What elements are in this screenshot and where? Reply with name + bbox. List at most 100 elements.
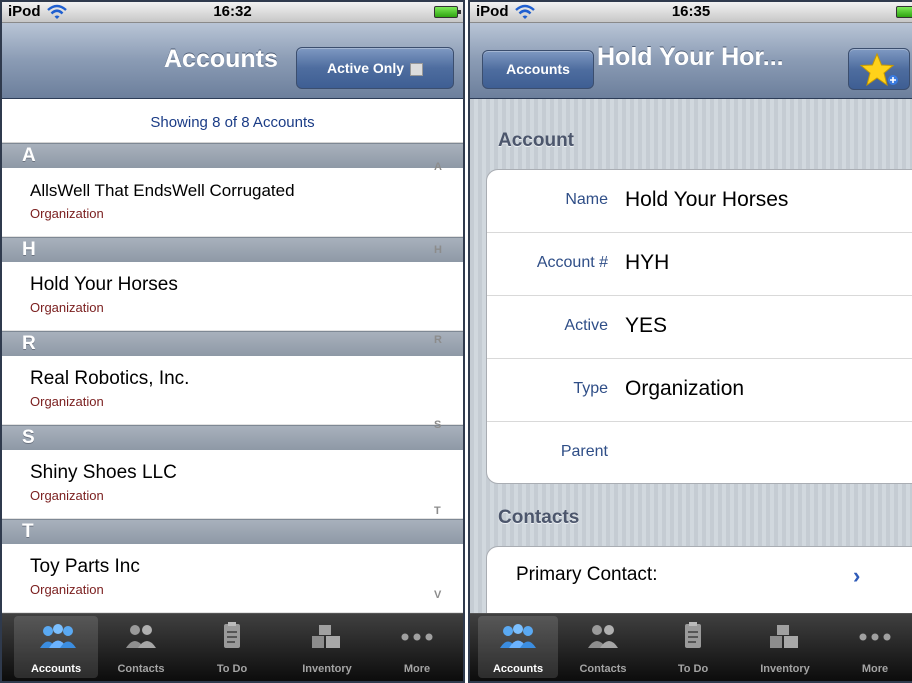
index-letter-h[interactable]: H — [434, 244, 442, 256]
field-value: Organization — [625, 377, 745, 400]
tab-accounts[interactable]: Accounts — [478, 616, 558, 678]
field-value: HYH — [625, 251, 670, 274]
navigation-bar: Accounts Active Only — [2, 23, 463, 99]
battery-icon — [896, 6, 912, 18]
back-button[interactable]: Accounts — [482, 50, 594, 89]
showing-count-label: Showing 8 of 8 Accounts — [2, 99, 463, 143]
field-label: Name — [565, 191, 608, 208]
accounts-list[interactable]: Showing 8 of 8 Accounts A AllsWell That … — [2, 99, 463, 614]
navigation-bar: Accounts Hold Your Hor... — [470, 23, 912, 99]
tab-contacts[interactable]: Contacts — [102, 616, 180, 678]
chevron-right-icon: › — [853, 563, 861, 588]
inventory-icon — [770, 625, 798, 648]
contacts-icon — [126, 625, 156, 648]
account-name: Real Robotics, Inc. — [30, 368, 190, 389]
tab-label: Inventory — [302, 663, 352, 675]
field-label: Active — [564, 317, 608, 334]
tab-more[interactable]: More — [382, 616, 452, 678]
inventory-icon — [312, 625, 340, 648]
page-title: Accounts — [164, 45, 278, 73]
account-fields-group: Name Hold Your Horses Account # HYH Acti… — [486, 169, 912, 484]
status-bar: iPod 16:32 — [2, 2, 463, 23]
checkbox-square-icon — [410, 62, 424, 76]
account-section-heading: Account — [498, 130, 574, 151]
list-item[interactable]: Hold Your Horses Organization — [2, 262, 463, 331]
field-value: YES — [625, 314, 668, 337]
section-header-s: S — [2, 425, 463, 450]
status-bar: iPod 16:35 — [470, 2, 912, 23]
index-letter-v[interactable]: V — [434, 589, 441, 601]
tab-inventory[interactable]: Inventory — [742, 616, 828, 678]
tab-more[interactable]: More — [840, 616, 910, 678]
account-type: Organization — [30, 206, 104, 221]
tab-label: Inventory — [760, 663, 810, 675]
add-favorite-button[interactable] — [848, 48, 910, 90]
contacts-section-heading: Contacts — [498, 507, 580, 528]
tab-label: To Do — [216, 663, 248, 675]
account-name: Hold Your Horses — [30, 274, 178, 295]
account-type: Organization — [30, 300, 104, 315]
index-letter-a[interactable]: A — [434, 161, 442, 173]
field-label: Account # — [536, 254, 608, 271]
account-type: Organization — [30, 394, 104, 409]
tab-label: Accounts — [492, 663, 544, 675]
tab-label: Accounts — [30, 663, 82, 675]
index-letter-s[interactable]: S — [434, 419, 441, 431]
tab-label: More — [403, 663, 431, 675]
list-item[interactable]: AllsWell That EndsWell Corrugated Organi… — [2, 168, 463, 237]
status-time: 16:35 — [671, 3, 711, 20]
primary-contact-row[interactable]: Primary Contact: › — [487, 547, 912, 608]
todo-icon — [224, 622, 240, 648]
tab-label: To Do — [677, 663, 709, 675]
field-row-parent[interactable]: Parent — [487, 422, 912, 483]
field-row-account-number[interactable]: Account # HYH — [487, 233, 912, 296]
tab-todo[interactable]: To Do — [658, 616, 728, 678]
contacts-icon — [588, 625, 618, 648]
index-letter-t[interactable]: T — [434, 505, 441, 517]
more-icon — [859, 633, 891, 641]
section-header-r: R — [2, 331, 463, 356]
primary-contact-label: Primary Contact: — [516, 564, 658, 585]
active-only-label: Active Only — [326, 60, 405, 76]
index-letter-r[interactable]: R — [434, 334, 442, 346]
star-add-icon — [859, 52, 898, 87]
tab-label: More — [861, 663, 889, 675]
tab-bar: Accounts Contacts To Do Inventory More — [470, 613, 912, 681]
field-label: Parent — [560, 443, 608, 460]
back-button-label: Accounts — [506, 61, 570, 77]
more-icon — [401, 633, 433, 641]
section-header-h: H — [2, 237, 463, 262]
tab-label: Contacts — [117, 663, 165, 675]
account-name: Toy Parts Inc — [30, 556, 140, 577]
todo-icon — [685, 622, 701, 648]
page-title: Hold Your Hor... — [597, 43, 784, 71]
section-header-a: A — [2, 143, 463, 168]
list-item[interactable]: Real Robotics, Inc. Organization — [2, 356, 463, 425]
list-item[interactable]: Toy Parts Inc Organization — [2, 544, 463, 613]
field-row-active[interactable]: Active YES — [487, 296, 912, 359]
field-row-name[interactable]: Name Hold Your Horses — [487, 170, 912, 233]
tab-contacts[interactable]: Contacts — [564, 616, 642, 678]
tab-bar: Accounts Contacts To Do Inventory More — [2, 613, 463, 681]
detail-content: Account Name Hold Your Horses Account # … — [470, 99, 912, 628]
tab-inventory[interactable]: Inventory — [284, 616, 370, 678]
field-label: Type — [573, 380, 608, 397]
active-only-toggle-button[interactable]: Active Only — [296, 47, 454, 89]
tab-label: Contacts — [579, 663, 627, 675]
account-type: Organization — [30, 582, 104, 597]
accounts-icon — [500, 624, 536, 648]
tab-todo[interactable]: To Do — [197, 616, 267, 678]
status-time: 16:32 — [213, 3, 252, 20]
section-header-t: T — [2, 519, 463, 544]
field-row-type[interactable]: Type Organization — [487, 359, 912, 422]
account-type: Organization — [30, 488, 104, 503]
account-name: Shiny Shoes LLC — [30, 462, 177, 483]
field-value: Hold Your Horses — [625, 188, 789, 211]
list-item[interactable]: Shiny Shoes LLC Organization — [2, 450, 463, 519]
tab-accounts[interactable]: Accounts — [14, 616, 98, 678]
battery-icon — [434, 6, 461, 18]
accounts-icon — [40, 624, 76, 648]
accounts-list-screen: iPod 16:32 Accounts Active Only Showing … — [0, 0, 465, 683]
account-name: AllsWell That EndsWell Corrugated — [30, 181, 295, 200]
account-detail-screen: iPod 16:35 Accounts Hold Your Hor... Acc… — [468, 0, 912, 683]
